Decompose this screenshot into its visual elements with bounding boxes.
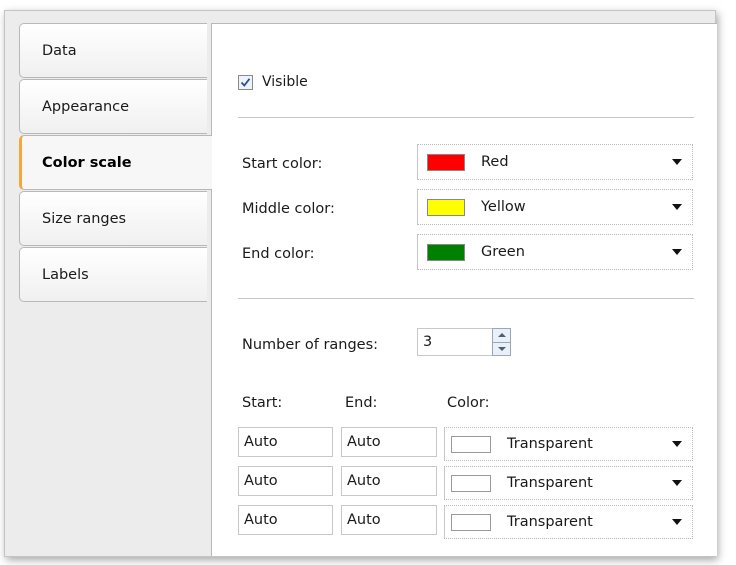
range-3-color-value: Transparent	[507, 514, 593, 530]
tab-appearance[interactable]: Appearance	[19, 79, 207, 134]
range-1-end-input[interactable]: Auto	[341, 427, 437, 457]
range-3-color-dropdown[interactable]: Transparent	[444, 505, 693, 539]
start-color-swatch	[427, 153, 465, 171]
end-color-dropdown[interactable]: Green	[417, 234, 693, 270]
dropdown-arrow-icon	[672, 249, 682, 255]
number-of-ranges-label: Number of ranges:	[242, 337, 379, 353]
checkmark-icon	[240, 77, 251, 87]
range-2-color-swatch	[451, 474, 491, 492]
dropdown-arrow-icon	[672, 480, 682, 486]
end-color-label: End color:	[242, 246, 315, 262]
tab-size-ranges-label: Size ranges	[42, 210, 127, 227]
dropdown-arrow-icon	[672, 159, 682, 165]
tab-appearance-label: Appearance	[42, 98, 130, 115]
number-of-ranges-value: 3	[423, 334, 433, 350]
range-3-end-value: Auto	[347, 512, 381, 528]
tab-data[interactable]: Data	[19, 23, 207, 78]
range-1-color-dropdown[interactable]: Transparent	[444, 427, 693, 461]
separator-middle	[238, 298, 694, 299]
range-1-color-value: Transparent	[507, 436, 593, 452]
visible-checkbox-row[interactable]: Visible	[238, 74, 308, 90]
dropdown-arrow-icon	[672, 204, 682, 210]
dropdown-arrow-icon	[672, 441, 682, 447]
range-2-color-value: Transparent	[507, 475, 593, 491]
number-of-ranges-input[interactable]: 3	[417, 328, 493, 356]
range-2-end-value: Auto	[347, 473, 381, 489]
range-1-end-value: Auto	[347, 434, 381, 450]
visible-label: Visible	[262, 74, 308, 90]
range-2-color-dropdown[interactable]: Transparent	[444, 466, 693, 500]
range-2-start-value: Auto	[244, 473, 278, 489]
number-of-ranges-spinner[interactable]	[492, 328, 511, 356]
range-1-color-swatch	[451, 435, 491, 453]
range-3-start-input[interactable]: Auto	[238, 505, 333, 535]
end-color-value: Green	[481, 244, 525, 260]
range-1-start-value: Auto	[244, 434, 278, 450]
tab-size-ranges[interactable]: Size ranges	[19, 191, 207, 246]
dialog-window: Data Appearance Color scale Size ranges …	[4, 10, 717, 557]
end-color-swatch	[427, 243, 465, 261]
spin-up-button[interactable]	[493, 329, 510, 342]
middle-color-value: Yellow	[481, 199, 526, 215]
range-3-color-swatch	[451, 513, 491, 531]
middle-color-dropdown[interactable]: Yellow	[417, 189, 693, 225]
start-color-value: Red	[481, 154, 509, 170]
dropdown-arrow-icon	[672, 519, 682, 525]
end-column-header: End:	[345, 395, 378, 411]
start-column-header: Start:	[242, 395, 283, 411]
spin-down-icon	[497, 346, 506, 351]
separator-top	[238, 117, 694, 118]
range-1-start-input[interactable]: Auto	[238, 427, 333, 457]
range-2-start-input[interactable]: Auto	[238, 466, 333, 496]
tab-data-label: Data	[42, 42, 77, 59]
visible-checkbox[interactable]	[238, 74, 253, 90]
color-column-header: Color:	[447, 395, 490, 411]
range-2-end-input[interactable]: Auto	[341, 466, 437, 496]
spin-down-button[interactable]	[493, 341, 510, 356]
color-scale-panel: Visible Start color: Red Middle color: Y…	[211, 23, 717, 556]
range-3-start-value: Auto	[244, 512, 278, 528]
tab-labels-label: Labels	[42, 266, 89, 283]
start-color-dropdown[interactable]: Red	[417, 144, 693, 180]
tab-labels[interactable]: Labels	[19, 247, 207, 302]
tab-color-scale-label: Color scale	[42, 154, 132, 171]
middle-color-label: Middle color:	[242, 201, 335, 217]
start-color-label: Start color:	[242, 156, 323, 172]
tab-color-scale[interactable]: Color scale	[19, 135, 212, 190]
range-3-end-input[interactable]: Auto	[341, 505, 437, 535]
middle-color-swatch	[427, 198, 465, 216]
spin-up-icon	[497, 333, 506, 338]
